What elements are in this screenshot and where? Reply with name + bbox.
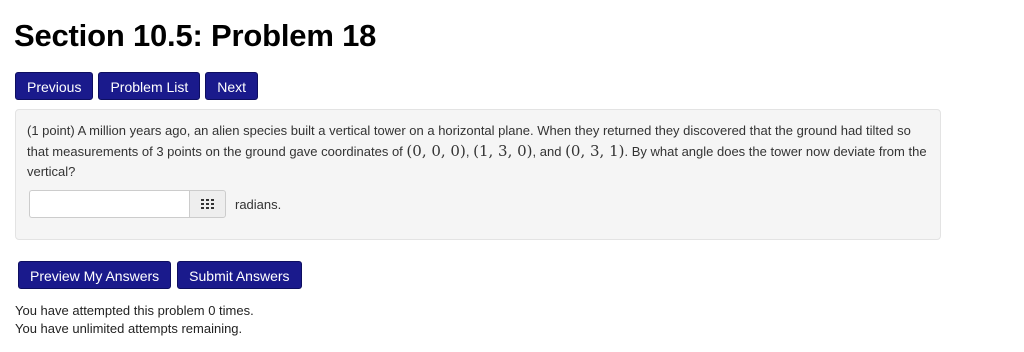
page-title: Section 10.5: Problem 18: [14, 18, 377, 53]
attempts-info: You have attempted this problem 0 times.…: [15, 302, 254, 338]
submit-actions: Preview My Answers Submit Answers: [18, 261, 302, 289]
answer-input[interactable]: [29, 190, 189, 218]
separator-1: ,: [465, 144, 470, 159]
attempted-count-text: You have attempted this problem 0 times.: [15, 303, 254, 318]
problem-navigation: Previous Problem List Next: [15, 72, 259, 100]
answer-row: radians.: [29, 190, 281, 218]
point-2: (1, 3, 0): [473, 142, 533, 160]
grid-keypad-icon: [201, 199, 214, 209]
answer-units: radians.: [235, 196, 282, 212]
submit-answers-button[interactable]: Submit Answers: [177, 261, 302, 289]
separator-2: , and: [532, 144, 562, 159]
problem-statement: (1 point) A million years ago, an alien …: [27, 121, 932, 182]
math-keypad-button[interactable]: [189, 190, 226, 218]
problem-list-button[interactable]: Problem List: [98, 72, 201, 100]
preview-answers-button[interactable]: Preview My Answers: [18, 261, 172, 289]
point-1: (0, 0, 0): [406, 142, 466, 160]
next-button[interactable]: Next: [205, 72, 259, 100]
attempts-remaining-text: You have unlimited attempts remaining.: [15, 321, 243, 336]
previous-button[interactable]: Previous: [15, 72, 94, 100]
point-3: (0, 3, 1): [565, 142, 625, 160]
problem-points: (1 point): [27, 123, 75, 138]
problem-panel: (1 point) A million years ago, an alien …: [15, 109, 941, 240]
